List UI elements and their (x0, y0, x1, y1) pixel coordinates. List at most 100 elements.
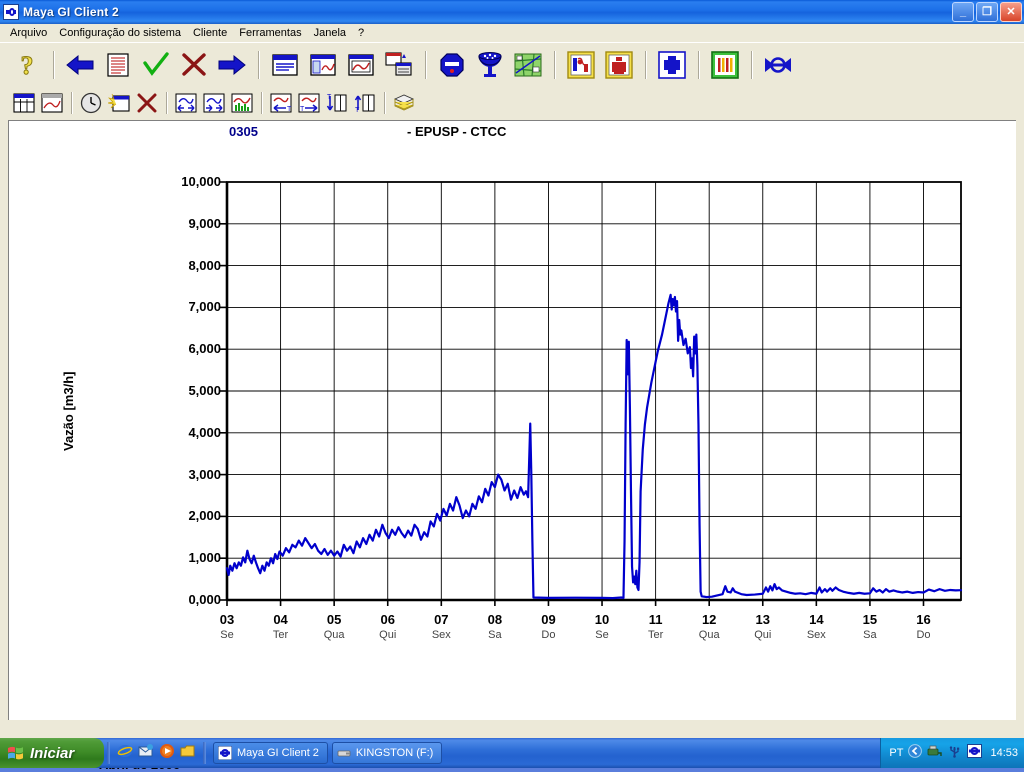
x-tick-weekday: Ter (272, 629, 289, 641)
clock-icon[interactable] (78, 90, 104, 116)
show-desktop-icon[interactable] (180, 743, 196, 764)
x-tick-weekday: Qui (754, 629, 772, 641)
valve-icon[interactable] (761, 48, 795, 82)
start-label: Iniciar (30, 744, 75, 762)
x-tick-weekday: Sex (806, 629, 826, 641)
split-chart-window-icon[interactable] (306, 48, 340, 82)
x-tick-day: 14 (809, 612, 824, 627)
x-tick-label: 14 Sex (796, 612, 836, 642)
list-document-icon[interactable] (101, 48, 135, 82)
table-view-icon[interactable] (11, 90, 37, 116)
minimize-icon: _ (959, 6, 967, 18)
x-tick-weekday: Sa (488, 629, 502, 641)
window-title: Maya GI Client 2 (23, 5, 119, 19)
svg-text:T: T (300, 106, 305, 113)
x-tick-label: 06 Qui (368, 612, 408, 642)
zoom-out-curve-icon[interactable] (173, 90, 199, 116)
x-tick-label: 15 Sa (850, 612, 890, 642)
x-tick-day: 16 (916, 612, 931, 627)
taskbar-item-maya-gi-client[interactable]: Maya GI Client 2 (213, 742, 328, 764)
x-tick-label: 12 Qua (689, 612, 729, 642)
chart-window-icon[interactable] (344, 48, 378, 82)
x-tick-weekday: Qua (698, 629, 720, 641)
new-window-icon[interactable] (106, 90, 132, 116)
report-window-icon[interactable] (268, 48, 302, 82)
taskbar: Iniciar Maya GI Client 2 KINGSTON (F:) P… (0, 738, 1024, 768)
device-icon[interactable] (655, 48, 689, 82)
chart-document-window: 0305 - EPUSP - CTCC Vazão [m3/h] Abril d… (8, 120, 1017, 772)
x-tick-day: 03 (219, 612, 235, 627)
x-tick-label: 11 Ter (636, 612, 676, 642)
scale-down-icon[interactable]: T (324, 90, 350, 116)
chart-toolbar: T T T T (0, 86, 1024, 120)
outlook-express-icon[interactable] (138, 743, 154, 764)
shift-right-icon[interactable]: T (296, 90, 322, 116)
arrow-left-icon[interactable] (63, 48, 97, 82)
arrow-right-icon[interactable] (215, 48, 249, 82)
taskbar-item-kingston[interactable]: KINGSTON (F:) (331, 742, 443, 764)
quick-launch-bar (113, 738, 200, 768)
menu-arquivo[interactable]: Arquivo (4, 26, 53, 40)
delete-x-icon[interactable] (134, 90, 160, 116)
x-tick-weekday: Se (595, 629, 609, 641)
x-tick-label: 16 Do (903, 612, 943, 642)
x-tick-day: 08 (487, 612, 503, 627)
x-tick-label: 07 Sex (421, 612, 461, 642)
app-logo-icon (3, 4, 19, 20)
minimize-button[interactable]: _ (952, 2, 974, 22)
restore-button[interactable]: ❐ (976, 2, 998, 22)
x-tick-label: 03 Se (207, 612, 247, 642)
cross-icon[interactable] (177, 48, 211, 82)
internet-explorer-icon[interactable] (117, 743, 133, 764)
x-tick-label: 09 Do (528, 612, 568, 642)
safely-remove-icon[interactable] (927, 744, 943, 763)
menu-help[interactable]: ? (352, 26, 370, 40)
histogram-icon[interactable] (229, 90, 255, 116)
x-tick-weekday: Se (220, 629, 234, 641)
media-player-icon[interactable] (159, 743, 175, 764)
graph-view-icon[interactable] (39, 90, 65, 116)
x-tick-day: 04 (273, 612, 288, 627)
print-icon[interactable] (391, 90, 417, 116)
app-logo-icon[interactable] (967, 743, 983, 763)
system-tray: PT 14:53 (880, 738, 1024, 768)
menu-bar: Arquivo Configuração do sistema Cliente … (0, 24, 1024, 42)
chevron-left-icon[interactable] (908, 743, 923, 763)
menu-janela[interactable]: Janela (308, 26, 352, 40)
x-tick-weekday: Sex (431, 629, 451, 641)
menu-ferramentas[interactable]: Ferramentas (233, 26, 307, 40)
stop-sign-icon[interactable] (435, 48, 469, 82)
start-button[interactable]: Iniciar (0, 738, 104, 768)
x-tick-day: 07 (434, 612, 449, 627)
x-tick-day: 15 (862, 612, 878, 627)
x-tick-weekday: Do (916, 629, 931, 641)
clock-time[interactable]: 14:53 (990, 747, 1018, 759)
close-button[interactable]: ✕ (1000, 2, 1022, 22)
main-toolbar: ? (0, 42, 1024, 87)
menu-cliente[interactable]: Cliente (187, 26, 233, 40)
zoom-in-curve-icon[interactable] (201, 90, 227, 116)
water-tank-icon[interactable] (473, 48, 507, 82)
x-tick-day: 06 (380, 612, 395, 627)
x-tick-day: 11 (648, 612, 663, 627)
multi-window-icon[interactable] (382, 48, 416, 82)
scale-up-icon[interactable]: T (352, 90, 378, 116)
help-icon[interactable]: ? (10, 48, 44, 82)
x-tick-weekday: Sa (863, 629, 877, 641)
svg-text:T: T (287, 106, 292, 113)
shift-left-icon[interactable]: T (268, 90, 294, 116)
map-icon[interactable] (511, 48, 545, 82)
x-tick-label: 10 Se (582, 612, 622, 642)
chart-area[interactable]: Vazão [m3/h] Abril de 2006 10,0009,0008,… (9, 121, 1017, 772)
x-tick-weekday: Qui (379, 629, 397, 641)
x-tick-label: 08 Sa (475, 612, 515, 642)
menu-configuracao-do-sistema[interactable]: Configuração do sistema (53, 26, 187, 40)
language-indicator[interactable]: PT (889, 747, 903, 759)
alarm-panel-icon[interactable] (564, 48, 598, 82)
taskbar-item-label: Maya GI Client 2 (237, 747, 319, 759)
pump-icon[interactable] (602, 48, 636, 82)
check-icon[interactable] (139, 48, 173, 82)
bars-icon[interactable] (708, 48, 742, 82)
usb-icon[interactable] (947, 744, 962, 763)
client-frame: 0305 - EPUSP - CTCC Vazão [m3/h] Abril d… (0, 118, 1024, 772)
